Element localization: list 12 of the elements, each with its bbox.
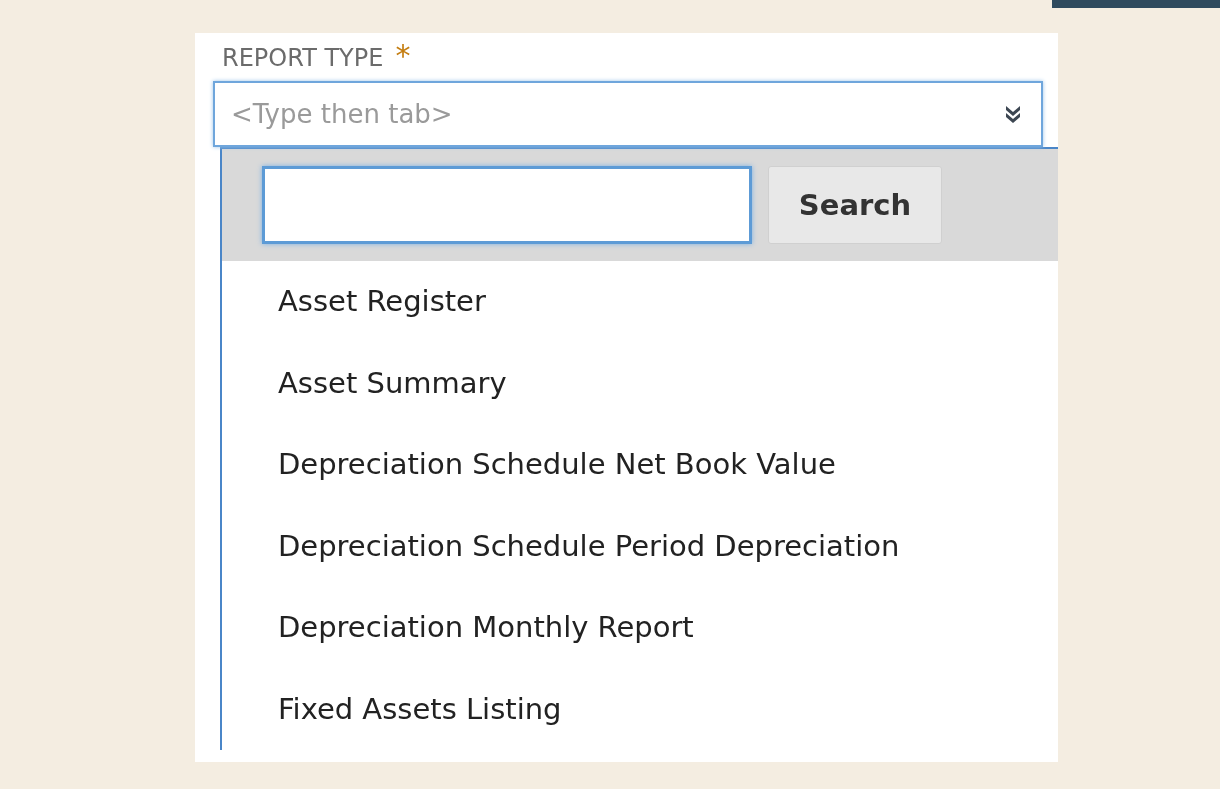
list-item[interactable]: Depreciation Schedule Period Depreciation: [222, 505, 1058, 587]
search-button[interactable]: Search: [768, 166, 942, 244]
list-item[interactable]: Depreciation Monthly Report: [222, 587, 1058, 669]
list-item[interactable]: Depreciation Schedule Net Book Value: [222, 424, 1058, 506]
list-item[interactable]: Asset Register: [222, 261, 1058, 343]
double-chevron-icon[interactable]: [1003, 104, 1023, 124]
list-item[interactable]: Asset Summary: [222, 342, 1058, 424]
required-mark: *: [395, 43, 411, 69]
field-label: REPORT TYPE: [222, 43, 384, 73]
list-item[interactable]: Fixed Assets Listing: [222, 668, 1058, 750]
search-field[interactable]: [262, 166, 752, 244]
report-type-field[interactable]: <Type then tab>: [213, 81, 1043, 147]
